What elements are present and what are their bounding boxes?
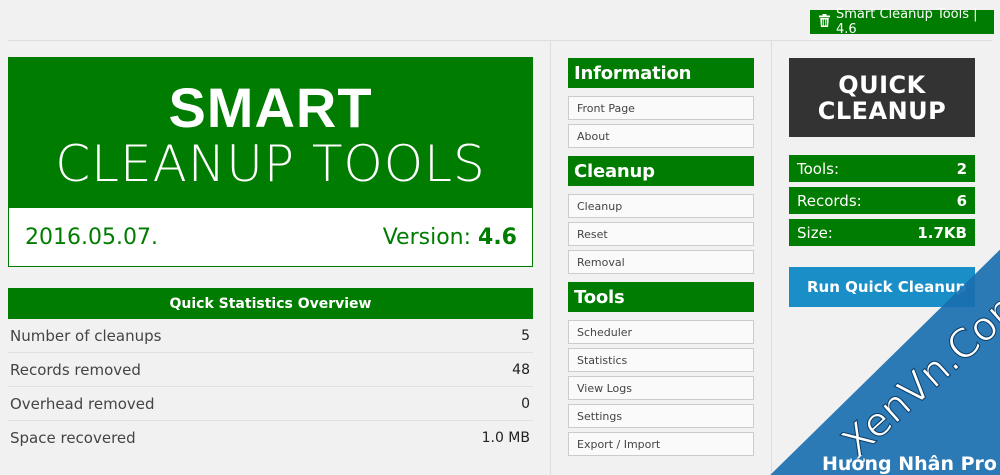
run-quick-cleanup-button[interactable]: Run Quick Cleanup <box>789 267 975 307</box>
stat-value: 48 <box>512 361 530 378</box>
quick-cleanup-line2: CLEANUP <box>817 97 947 125</box>
stat-row: Overhead removed 0 <box>8 387 533 421</box>
summary-value: 1.7KB <box>917 223 967 242</box>
menu-item-settings[interactable]: Settings <box>568 404 754 428</box>
stat-row: Space recovered 1.0 MB <box>8 421 533 455</box>
menu-heading-information: Information <box>568 58 754 88</box>
version-label: Version: <box>382 224 472 250</box>
summary-row-records: Records: 6 <box>789 187 975 214</box>
menu-group-cleanup: Cleanup Cleanup Reset Removal <box>568 156 754 274</box>
app-version-text: Smart Cleanup Tools | 4.6 <box>836 7 978 37</box>
menu-item-about[interactable]: About <box>568 124 754 148</box>
stat-value: 0 <box>521 395 530 412</box>
menu-heading-cleanup: Cleanup <box>568 156 754 186</box>
summary-value: 2 <box>956 159 967 178</box>
summary-value: 6 <box>956 191 967 210</box>
quick-cleanup-summary: Tools: 2 Records: 6 Size: 1.7KB <box>789 155 975 251</box>
summary-row-size: Size: 1.7KB <box>789 219 975 246</box>
stat-value: 1.0 MB <box>481 430 530 446</box>
summary-label: Size: <box>797 223 833 242</box>
menu-heading-tools: Tools <box>568 282 754 312</box>
quick-statistics-title: Quick Statistics Overview <box>8 288 533 319</box>
header-divider <box>8 40 992 41</box>
logo-title-cleanup-tools: CLEANUP TOOLS <box>55 135 486 193</box>
release-date: 2016.05.07. <box>25 224 158 250</box>
summary-label: Tools: <box>797 159 840 178</box>
menu-item-statistics[interactable]: Statistics <box>568 348 754 372</box>
menu-group-information: Information Front Page About <box>568 58 754 148</box>
watermark-tagline: Hướng Nhân Pro <box>822 453 997 475</box>
quick-statistics-panel: Quick Statistics Overview Number of clea… <box>8 288 533 455</box>
menu-item-scheduler[interactable]: Scheduler <box>568 320 754 344</box>
menu-item-view-logs[interactable]: View Logs <box>568 376 754 400</box>
trash-icon <box>819 13 830 31</box>
column-divider <box>550 41 551 475</box>
menu-group-tools: Tools Scheduler Statistics View Logs Set… <box>568 282 754 456</box>
menu-item-removal[interactable]: Removal <box>568 250 754 274</box>
app-version-badge: Smart Cleanup Tools | 4.6 <box>810 7 994 37</box>
stat-row: Records removed 48 <box>8 353 533 387</box>
logo-title-smart: SMART <box>168 76 373 139</box>
stat-label: Records removed <box>10 360 141 379</box>
stat-label: Space recovered <box>10 429 136 447</box>
stat-label: Overhead removed <box>10 394 155 413</box>
version-info: Version: 4.6 <box>383 225 517 250</box>
stat-label: Number of cleanups <box>10 326 162 345</box>
quick-cleanup-line1: QUICK <box>838 71 926 99</box>
stat-row: Number of cleanups 5 <box>8 319 533 353</box>
product-logo-panel: SMART CLEANUP TOOLS 2016.05.07. Version:… <box>8 57 533 267</box>
quick-cleanup-button[interactable]: QUICK CLEANUP <box>789 58 975 137</box>
menu-item-cleanup[interactable]: Cleanup <box>568 194 754 218</box>
summary-row-tools: Tools: 2 <box>789 155 975 182</box>
summary-label: Records: <box>797 191 862 210</box>
column-divider <box>771 41 772 475</box>
menu-item-reset[interactable]: Reset <box>568 222 754 246</box>
version-number: 4.6 <box>478 224 517 250</box>
navigation-menu: Information Front Page About Cleanup Cle… <box>568 58 754 464</box>
menu-item-front-page[interactable]: Front Page <box>568 96 754 120</box>
stat-value: 5 <box>521 327 530 344</box>
menu-item-export-import[interactable]: Export / Import <box>568 432 754 456</box>
